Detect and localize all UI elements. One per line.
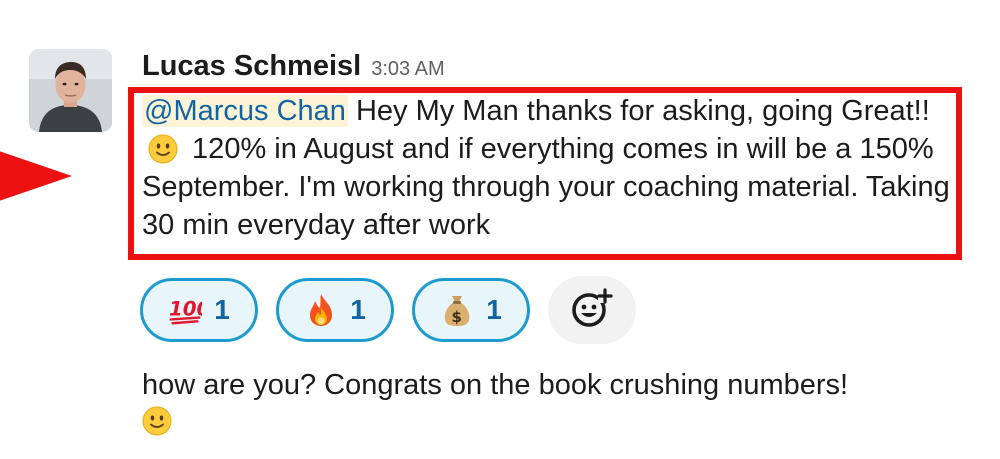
reaction-count: 1 (350, 294, 366, 325)
message-header: Lucas Schmeisl 3:03 AM (142, 50, 445, 83)
add-reaction-icon (570, 286, 614, 335)
hundred-points-icon: 100 (168, 293, 202, 327)
reaction-fire[interactable]: 1 (276, 278, 394, 342)
reactions-bar: 100 1 1 (140, 276, 636, 344)
avatar[interactable] (29, 49, 112, 132)
followup-message: how are you? Congrats on the book crushi… (142, 366, 982, 446)
reaction-hundred-points[interactable]: 100 1 (140, 278, 258, 342)
svg-text:$: $ (452, 308, 462, 326)
author-name[interactable]: Lucas Schmeisl (142, 50, 361, 83)
red-arrow-pointer (0, 148, 72, 204)
message-timestamp[interactable]: 3:03 AM (371, 58, 444, 81)
reaction-money-bag[interactable]: $ 1 (412, 278, 530, 342)
followup-text: how are you? Congrats on the book crushi… (142, 369, 849, 401)
slack-message-screenshot: Lucas Schmeisl 3:03 AM @Marcus Chan Hey … (0, 0, 1000, 459)
slightly-smiling-face-icon (142, 406, 982, 446)
red-highlight-box (128, 87, 962, 260)
fire-icon (304, 293, 338, 327)
avatar-photo (29, 49, 112, 132)
reaction-count: 1 (486, 294, 502, 325)
reaction-count: 1 (214, 294, 230, 325)
add-reaction-button[interactable] (548, 276, 636, 344)
money-bag-icon: $ (440, 293, 474, 327)
